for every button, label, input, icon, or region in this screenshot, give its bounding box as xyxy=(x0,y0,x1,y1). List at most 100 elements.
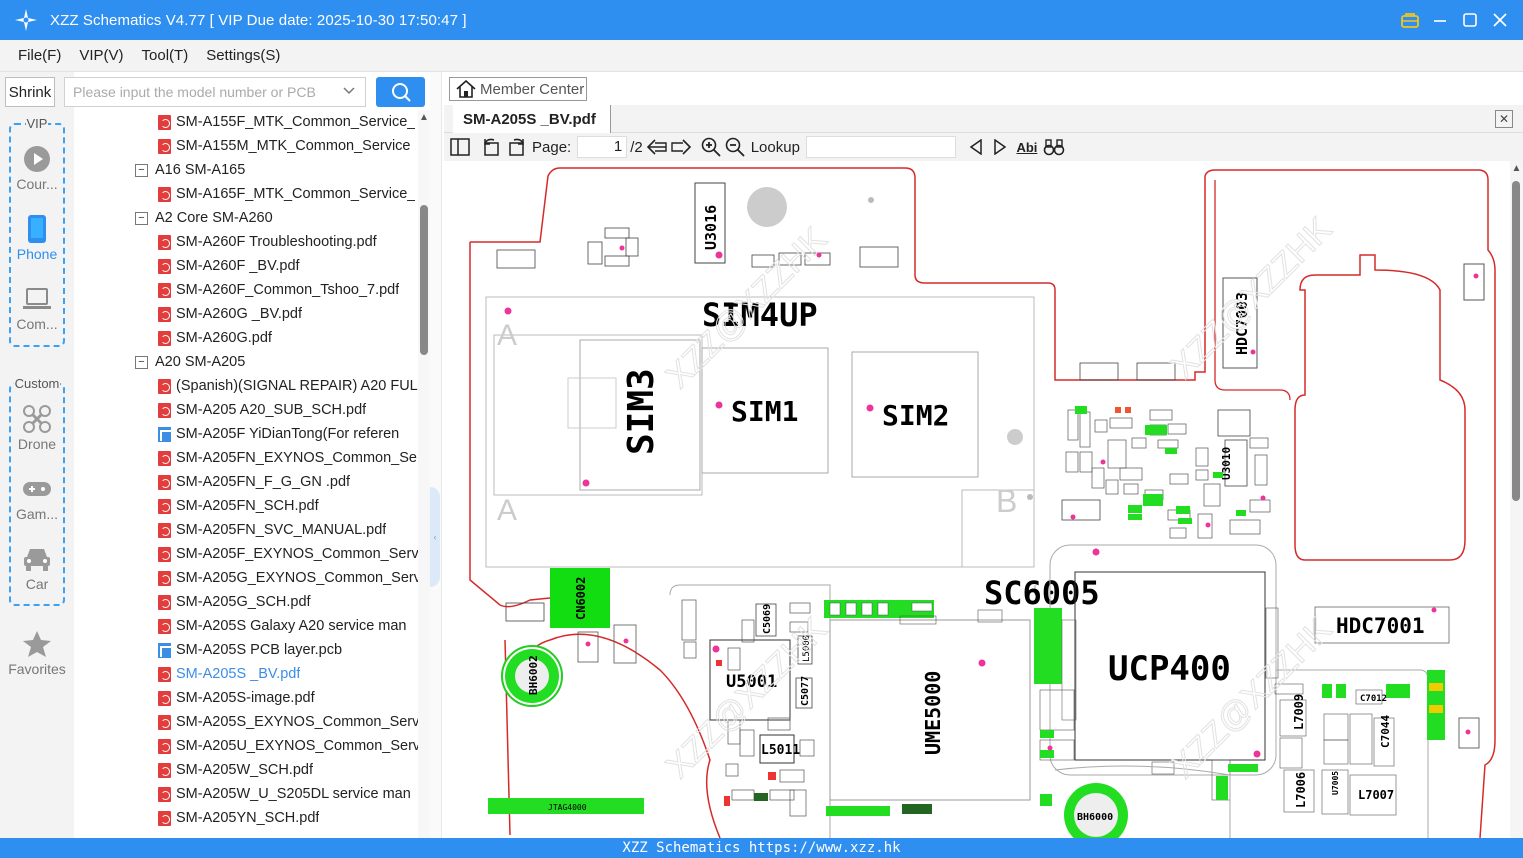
tree-file[interactable]: SM-A205G_EXYNOS_Common_Serv xyxy=(158,566,418,590)
menu-settings[interactable]: Settings(S) xyxy=(206,47,280,64)
search-button[interactable] xyxy=(376,77,425,107)
tree-folder[interactable]: − A16 SM-A165 xyxy=(135,158,245,182)
label-c7012: C7012 xyxy=(1360,694,1387,704)
tree-scroll-thumb[interactable] xyxy=(420,205,428,355)
search-input[interactable]: Please input the model number or PCB xyxy=(64,77,366,107)
tree-file[interactable]: SM-A205S Galaxy A20 service man xyxy=(158,614,407,638)
rail-item-computer[interactable]: Com... xyxy=(0,284,74,332)
rail-item-favorites[interactable]: Favorites xyxy=(0,629,74,677)
match-case-button[interactable]: Abi xyxy=(1012,135,1042,159)
tab-document[interactable]: SM-A205S _BV.pdf xyxy=(453,105,611,133)
tree-file[interactable]: SM-A260F Troubleshooting.pdf xyxy=(158,230,377,254)
scroll-up-icon[interactable]: ▲ xyxy=(1510,163,1523,174)
tree-item-label: SM-A205U_EXYNOS_Common_Serv xyxy=(176,738,418,754)
tree-file[interactable]: SM-A205S_EXYNOS_Common_Serv xyxy=(158,710,418,734)
scroll-up-icon[interactable]: ▲ xyxy=(418,112,430,123)
chevron-down-icon[interactable] xyxy=(343,84,355,98)
vip-badge-icon[interactable] xyxy=(1395,0,1425,40)
tree-file[interactable]: SM-A205FN_EXYNOS_Common_Se xyxy=(158,446,417,470)
rail-item-car[interactable]: Car xyxy=(0,544,74,592)
rail-item-drone[interactable]: Drone xyxy=(0,404,74,452)
custom-group-label: Custom xyxy=(13,376,61,391)
close-icon[interactable] xyxy=(1485,0,1515,40)
member-center-label: Member Center xyxy=(480,80,585,98)
pdf-file-icon xyxy=(158,330,171,346)
home-icon xyxy=(456,80,476,98)
rail-item-phone[interactable]: Phone xyxy=(0,214,74,262)
rotate-right-icon[interactable] xyxy=(504,135,528,159)
pdf-file-icon xyxy=(158,138,171,154)
rail-item-games[interactable]: Gam... xyxy=(0,474,74,522)
pane-divider[interactable]: ‹ xyxy=(430,72,442,838)
tree-file[interactable]: SM-A205YN_SCH.pdf xyxy=(158,806,319,830)
label-ucp400: UCP400 xyxy=(1108,649,1231,689)
tree-item-label: SM-A205S-image.pdf xyxy=(176,690,315,706)
menu-file[interactable]: File(F) xyxy=(18,47,61,64)
find-next-icon[interactable] xyxy=(988,135,1012,159)
tree-file[interactable]: SM-A155M_MTK_Common_Service xyxy=(158,134,411,158)
svg-text:XZZ@XZZHK: XZZ@XZZHK xyxy=(1164,210,1340,386)
tree-file[interactable]: SM-A205S PCB layer.pcb xyxy=(158,638,342,662)
tree-file[interactable]: SM-A205W_U_S205DL service man xyxy=(158,782,411,806)
zoom-in-icon[interactable] xyxy=(699,135,723,159)
tree-file[interactable]: SM-A205S-image.pdf xyxy=(158,686,315,710)
tree-file[interactable]: SM-A260G.pdf xyxy=(158,326,272,350)
tree-file[interactable]: SM-A260F_Common_Tshoo_7.pdf xyxy=(158,278,399,302)
next-page-arrow-icon[interactable] xyxy=(669,135,693,159)
viewer-scrollbar[interactable]: ▲ xyxy=(1510,161,1523,838)
tree-file[interactable]: SM-A205F YiDianTong(For referen xyxy=(158,422,399,446)
tree-file[interactable]: SM-A205 A20_SUB_SCH.pdf xyxy=(158,398,366,422)
pcb-board-drawing[interactable]: SIM4UP SIM3 SIM1 SIM2 A A B U3016 HDC700… xyxy=(454,161,1510,838)
viewer-scroll-thumb[interactable] xyxy=(1512,181,1520,501)
sidebar-toggle-icon[interactable] xyxy=(448,135,472,159)
label-hdc7001: HDC7001 xyxy=(1336,614,1425,638)
lookup-input[interactable] xyxy=(805,136,956,158)
tree-folder[interactable]: − A2 Core SM-A260 xyxy=(135,206,273,230)
close-document-icon[interactable]: ✕ xyxy=(1495,110,1513,128)
tree-file[interactable]: (Spanish)(SIGNAL REPAIR) A20 FUL xyxy=(158,374,418,398)
zoom-out-icon[interactable] xyxy=(723,135,747,159)
search-placeholder: Please input the model number or PCB xyxy=(73,84,316,100)
shrink-button[interactable]: Shrink xyxy=(5,77,55,107)
tree-file[interactable]: SM-A205FN_F_G_GN .pdf xyxy=(158,470,350,494)
pdf-file-icon xyxy=(158,186,171,202)
label-l5011: L5011 xyxy=(761,743,800,758)
page-number-input[interactable]: 1 xyxy=(577,136,628,158)
collapse-icon[interactable]: − xyxy=(135,355,148,369)
tree-file[interactable]: SM-A205W_SCH.pdf xyxy=(158,758,313,782)
collapse-handle-icon[interactable]: ‹ xyxy=(430,487,440,587)
tree-file[interactable]: SM-A260G _BV.pdf xyxy=(158,302,302,326)
maximize-icon[interactable] xyxy=(1455,0,1485,40)
binoculars-icon[interactable] xyxy=(1042,135,1066,159)
rail-item-courses[interactable]: Cour... xyxy=(0,144,74,192)
label-a-bottom: A xyxy=(497,494,517,527)
tree-item-label: SM-A205FN_SVC_MANUAL.pdf xyxy=(176,522,387,538)
tree-file[interactable]: SM-A205FN_SCH.pdf xyxy=(158,494,319,518)
prev-page-arrow-icon[interactable] xyxy=(645,135,669,159)
page-total: /2 xyxy=(630,138,643,156)
tree-scrollbar[interactable]: ▲ xyxy=(418,110,430,838)
rotate-left-icon[interactable] xyxy=(480,135,504,159)
tree-file[interactable]: SM-A205F_EXYNOS_Common_Serv xyxy=(158,542,418,566)
tree-file[interactable]: SM-A205S _BV.pdf xyxy=(158,662,300,686)
tree-file[interactable]: SM-A155F_MTK_Common_Service_ xyxy=(158,110,415,134)
find-prev-icon[interactable] xyxy=(964,135,988,159)
collapse-icon[interactable]: − xyxy=(135,211,148,225)
label-bh6002: BH6002 xyxy=(527,655,540,695)
menu-vip[interactable]: VIP(V) xyxy=(79,47,123,64)
tree-file[interactable]: SM-A165F_MTK_Common_Service_ xyxy=(158,182,415,206)
tree-file[interactable]: SM-A260F _BV.pdf xyxy=(158,254,300,278)
pcb-viewer[interactable]: SIM4UP SIM3 SIM1 SIM2 A A B U3016 HDC700… xyxy=(454,161,1510,838)
collapse-icon[interactable]: − xyxy=(135,163,148,177)
tree-file[interactable]: SM-A205FN_SVC_MANUAL.pdf xyxy=(158,518,386,542)
tree-file[interactable]: SM-A205U_EXYNOS_Common_Serv xyxy=(158,734,418,758)
rail-item-label: Favorites xyxy=(8,661,66,677)
menu-tool[interactable]: Tool(T) xyxy=(142,47,189,64)
tree-item-label: SM-A205S _BV.pdf xyxy=(176,666,301,682)
title-bar: XZZ Schematics V4.77 [ VIP Due date: 202… xyxy=(0,0,1523,40)
rail-item-label: Com... xyxy=(16,316,58,332)
tree-file[interactable]: SM-A205G_SCH.pdf xyxy=(158,590,311,614)
tree-folder[interactable]: − A20 SM-A205 xyxy=(135,350,245,374)
minimize-icon[interactable] xyxy=(1425,0,1455,40)
member-center-button[interactable]: Member Center xyxy=(449,77,587,101)
